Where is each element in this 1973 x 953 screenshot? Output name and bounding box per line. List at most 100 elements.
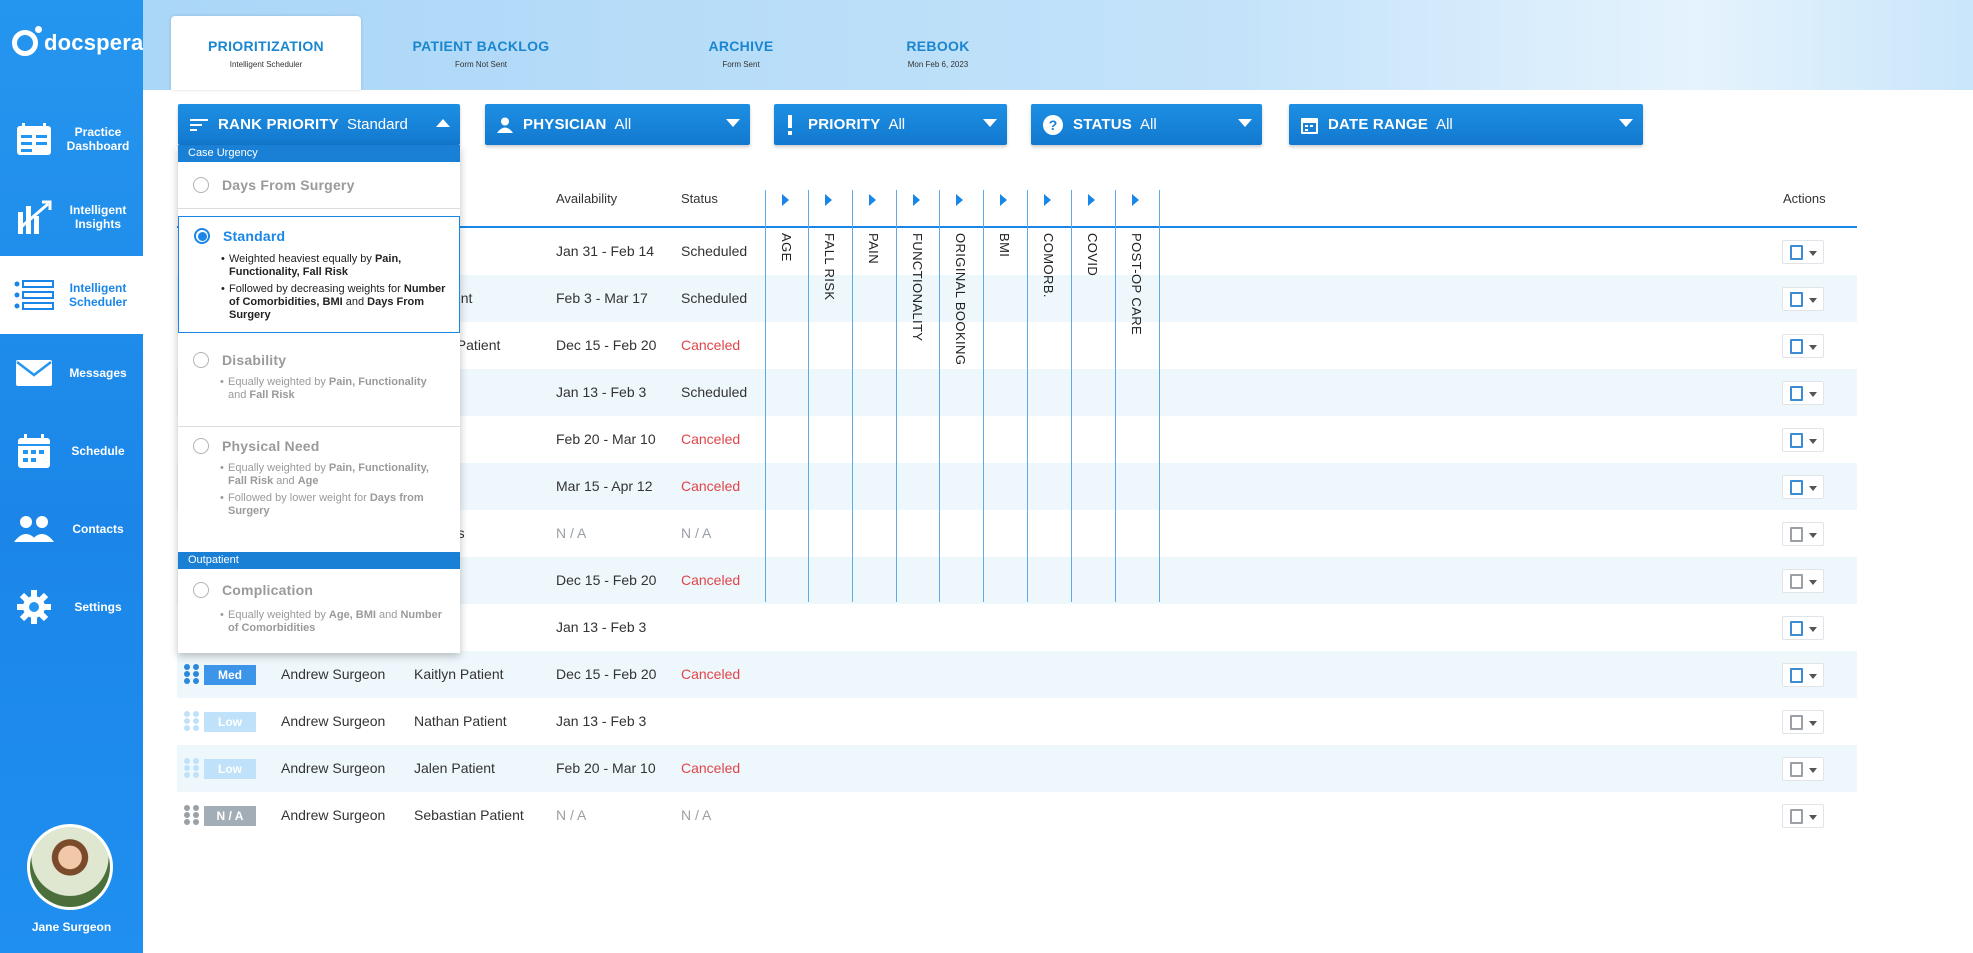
row-actions-button[interactable]	[1782, 757, 1824, 781]
edit-document-icon	[1790, 480, 1803, 495]
sidebar-item-label: Contacts	[72, 522, 124, 536]
rank-priority-dropdown: Case Urgency Days From Surgery Standard …	[178, 145, 460, 653]
rank-priority-filter[interactable]: RANK PRIORITY Standard	[178, 104, 460, 145]
dashboard-icon	[12, 117, 56, 161]
radio-button[interactable]	[193, 177, 209, 193]
edit-document-icon	[1790, 245, 1803, 260]
edit-document-icon	[1790, 762, 1803, 777]
criteria-column-divider	[939, 190, 940, 602]
table-row[interactable]: Low Andrew Surgeon Jalen Patient Feb 20 - M…	[177, 745, 1857, 792]
sidebar-item-settings[interactable]: Settings	[0, 568, 143, 646]
expand-arrow-icon[interactable]	[825, 194, 832, 206]
option-disability[interactable]: Disability Equally weighted by Pain, Fun…	[178, 345, 460, 425]
tab-title: REBOOK	[906, 38, 970, 54]
criteria-label: COMORB.	[1041, 233, 1056, 298]
row-actions-button[interactable]	[1782, 428, 1824, 452]
tab-prioritization[interactable]: PRIORITIZATION Intelligent Scheduler	[171, 16, 361, 90]
radio-button[interactable]	[193, 438, 209, 454]
sidebar-item-label: Intelligent Scheduler	[68, 281, 128, 309]
tab-subtitle: Intelligent Scheduler	[229, 60, 303, 69]
row-actions-button[interactable]	[1782, 522, 1824, 546]
patient-cell[interactable]: Nathan Patient	[414, 713, 507, 729]
filter-label: PRIORITY	[808, 116, 881, 133]
expand-arrow-icon[interactable]	[1132, 194, 1139, 206]
section-case-urgency: Case Urgency	[178, 145, 460, 162]
tab-rebook[interactable]: REBOOK Mon Feb 6, 2023	[843, 16, 1033, 90]
chevron-down-icon	[1809, 533, 1817, 538]
option-standard[interactable]: Standard Weighted heaviest equally by Pa…	[178, 216, 460, 333]
drag-handle-icon[interactable]	[184, 805, 200, 825]
filter-value: Standard	[346, 116, 408, 133]
expand-arrow-icon[interactable]	[1044, 194, 1051, 206]
row-actions-button[interactable]	[1782, 475, 1824, 499]
row-actions-button[interactable]	[1782, 334, 1824, 358]
calendar-icon	[12, 429, 56, 473]
status-header[interactable]: Status	[681, 191, 718, 206]
section-outpatient: Outpatient	[178, 552, 460, 569]
option-title: Disability	[222, 352, 287, 368]
radio-button[interactable]	[193, 352, 209, 368]
actions-header: Actions	[1783, 191, 1826, 206]
chevron-down-icon	[1809, 674, 1817, 679]
option-complication[interactable]: Complication Equally weighted by Age, BM…	[178, 569, 460, 651]
sidebar-item-messages[interactable]: Messages	[0, 334, 143, 412]
option-description: Followed by lower weight for Days from S…	[220, 492, 446, 518]
radio-button[interactable]	[193, 582, 209, 598]
patient-cell[interactable]: Jalen Patient	[414, 760, 495, 776]
option-title: Complication	[222, 582, 314, 598]
expand-arrow-icon[interactable]	[1000, 194, 1007, 206]
expand-arrow-icon[interactable]	[782, 194, 789, 206]
docspera-logo[interactable]: docspera	[12, 26, 143, 56]
availability-cell: Jan 31 - Feb 14	[556, 243, 655, 259]
criteria-column-divider	[852, 190, 853, 602]
row-actions-button[interactable]	[1782, 569, 1824, 593]
tab-subtitle: Form Sent	[722, 60, 760, 69]
availability-cell: N / A	[556, 525, 587, 541]
expand-arrow-icon[interactable]	[869, 194, 876, 206]
availability-cell: Feb 20 - Mar 10	[556, 431, 656, 447]
date-range-filter[interactable]: DATE RANGE All	[1289, 104, 1643, 145]
drag-handle-icon[interactable]	[184, 758, 200, 778]
sidebar-item-intelligent-scheduler[interactable]: Intelligent Scheduler	[0, 256, 143, 334]
sidebar-item-practice-dashboard[interactable]: Practice Dashboard	[0, 100, 143, 178]
chevron-down-icon	[1809, 298, 1817, 303]
physician-filter[interactable]: PHYSICIAN All	[485, 104, 750, 145]
expand-arrow-icon[interactable]	[913, 194, 920, 206]
row-actions-button[interactable]	[1782, 710, 1824, 734]
option-days-from-surgery[interactable]: Days From Surgery	[178, 162, 460, 208]
tab-archive[interactable]: ARCHIVE Form Sent	[686, 16, 796, 90]
option-title: Physical Need	[222, 438, 320, 454]
option-description: Equally weighted by Pain, Functionality,…	[220, 462, 446, 488]
priority-filter[interactable]: PRIORITY All	[774, 104, 1007, 145]
row-actions-button[interactable]	[1782, 381, 1824, 405]
sidebar-item-contacts[interactable]: Contacts	[0, 490, 143, 568]
expand-arrow-icon[interactable]	[1088, 194, 1095, 206]
criteria-column-divider	[1159, 190, 1160, 602]
drag-handle-icon[interactable]	[184, 711, 200, 731]
table-row[interactable]: N / A Andrew Surgeon Sebastian Patient N / …	[177, 792, 1857, 839]
tab-patient-backlog[interactable]: PATIENT BACKLOG Form Not Sent	[386, 16, 576, 90]
row-actions-button[interactable]	[1782, 616, 1824, 640]
person-icon	[497, 117, 513, 133]
row-actions-button[interactable]	[1782, 804, 1824, 828]
expand-arrow-icon[interactable]	[956, 194, 963, 206]
availability-header[interactable]: Availability	[556, 191, 617, 206]
status-filter[interactable]: ? STATUS All	[1031, 104, 1262, 145]
sidebar-item-schedule[interactable]: Schedule	[0, 412, 143, 490]
row-actions-button[interactable]	[1782, 287, 1824, 311]
patient-cell[interactable]: Kaitlyn Patient	[414, 666, 504, 682]
option-physical-need[interactable]: Physical Need Equally weighted by Pain, …	[178, 431, 460, 551]
radio-button-selected[interactable]	[194, 228, 210, 244]
table-row[interactable]: Med Andrew Surgeon Kaitlyn Patient Dec 15 -…	[177, 651, 1857, 698]
row-actions-button[interactable]	[1782, 240, 1824, 264]
avatar[interactable]	[27, 824, 113, 910]
row-actions-button[interactable]	[1782, 663, 1824, 687]
patient-cell[interactable]: Sebastian Patient	[414, 807, 524, 823]
table-row[interactable]: Low Andrew Surgeon Nathan Patient Jan 13 - …	[177, 698, 1857, 745]
sidebar-item-intelligent-insights[interactable]: Intelligent Insights	[0, 178, 143, 256]
user-name: Jane Surgeon	[31, 920, 112, 934]
drag-handle-icon[interactable]	[184, 664, 200, 684]
divider	[178, 426, 460, 427]
priority-badge: Low	[204, 712, 256, 732]
chevron-down-icon	[1619, 119, 1633, 127]
